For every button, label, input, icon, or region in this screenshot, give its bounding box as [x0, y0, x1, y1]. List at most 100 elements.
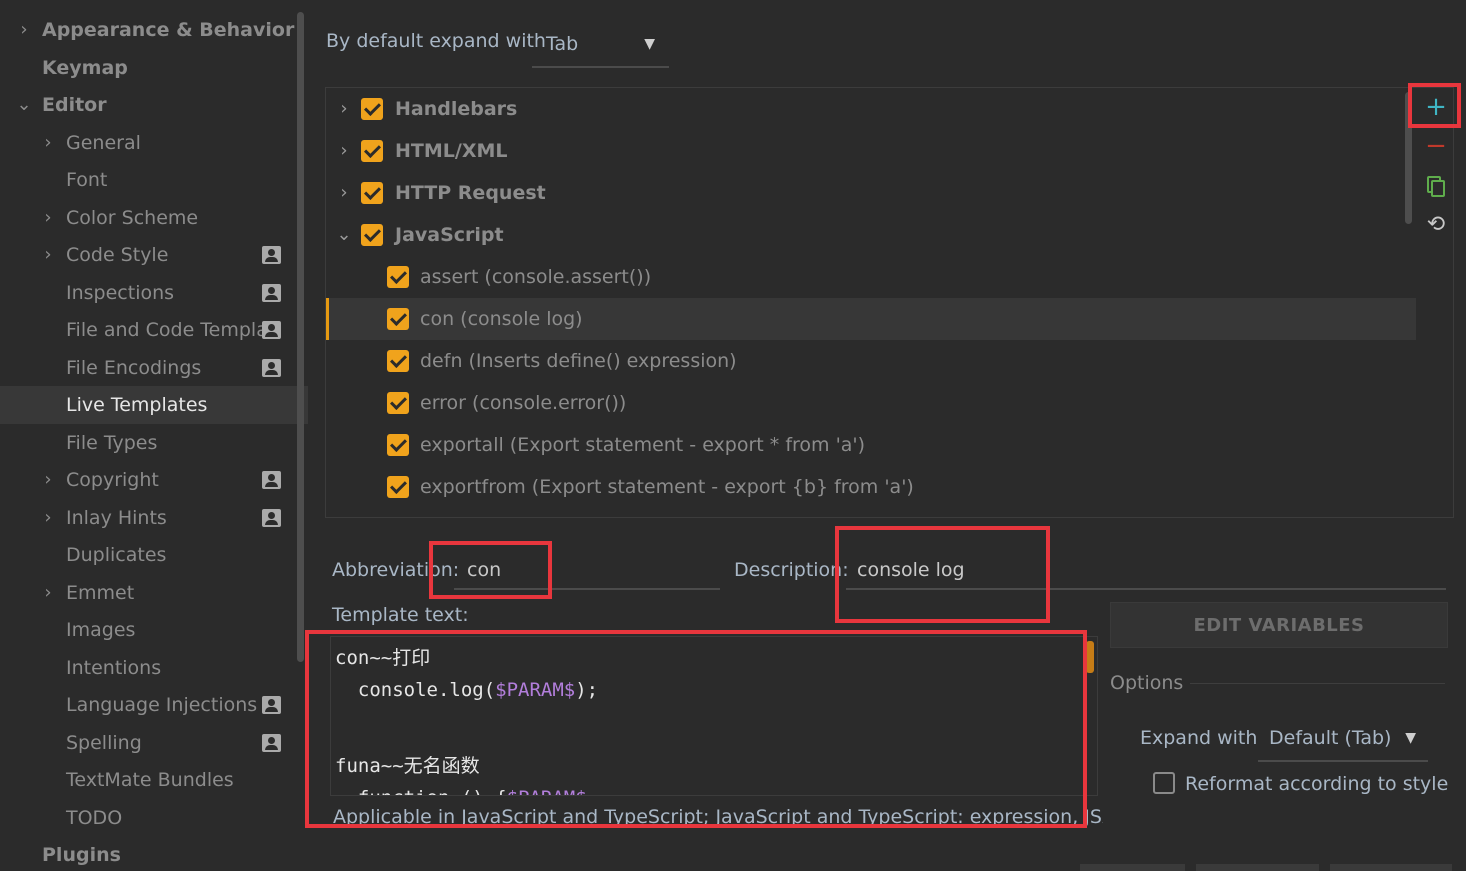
tree-item-con[interactable]: con (console log): [326, 298, 1416, 340]
person-badge-icon: [262, 284, 281, 302]
code-line: console.log($PARAM$);: [335, 679, 598, 701]
sidebar-item-editor[interactable]: ⌄ Editor: [0, 86, 296, 124]
person-badge-icon: [262, 696, 281, 714]
applicable-contexts-link[interactable]: Applicable in JavaScript and TypeScript;…: [333, 806, 1103, 830]
chevron-right-icon: ›: [20, 19, 28, 40]
sidebar-item-label: Live Templates: [66, 394, 208, 416]
tree-group-html-xml[interactable]: › HTML/XML: [326, 130, 1416, 172]
group-checkbox[interactable]: [361, 140, 383, 162]
options-heading: Options: [1110, 672, 1184, 694]
sidebar-item-duplicates[interactable]: Duplicates: [0, 536, 296, 574]
chevron-down-icon[interactable]: ⌄: [334, 214, 354, 256]
tree-item-assert[interactable]: assert (console.assert()): [326, 256, 1416, 298]
sidebar-item-todo[interactable]: TODO: [0, 799, 296, 837]
person-badge-icon: [262, 509, 281, 527]
sidebar-item-plugins[interactable]: Plugins: [0, 836, 296, 871]
sidebar-item-live-templates[interactable]: Live Templates: [0, 386, 308, 424]
tree-row-label: Handlebars: [395, 98, 518, 120]
copy-icon[interactable]: [1418, 168, 1454, 204]
sidebar-item-file-code-templates[interactable]: File and Code Templa: [0, 311, 296, 349]
sidebar-item-inspections[interactable]: Inspections: [0, 274, 296, 312]
sidebar-item-inlay-hints[interactable]: › Inlay Hints: [0, 499, 296, 537]
expand-with-value: Default (Tab): [1269, 727, 1392, 749]
chevron-right-icon[interactable]: ›: [334, 130, 354, 172]
group-checkbox[interactable]: [361, 98, 383, 120]
tree-item-error[interactable]: error (console.error()): [326, 382, 1416, 424]
sidebar-item-textmate-bundles[interactable]: TextMate Bundles: [0, 761, 296, 799]
restore-defaults-icon[interactable]: ⟲: [1418, 207, 1454, 243]
templates-tree: › Handlebars › HTML/XML › HTTP Request ⌄…: [325, 87, 1454, 518]
sidebar-item-font[interactable]: Font: [0, 161, 296, 199]
tree-row-label: error (console.error()): [420, 392, 627, 414]
sidebar-item-keymap[interactable]: Keymap: [0, 49, 296, 87]
sidebar-item-label: Inspections: [66, 282, 175, 304]
tree-group-http-request[interactable]: › HTTP Request: [326, 172, 1416, 214]
code-text: );: [575, 679, 599, 701]
reformat-checkbox[interactable]: [1153, 772, 1175, 794]
tree-item-exportfrom[interactable]: exportfrom (Export statement - export {b…: [326, 466, 1416, 508]
sidebar-item-label: Font: [66, 169, 108, 191]
sidebar-item-label: Spelling: [66, 732, 142, 754]
template-checkbox[interactable]: [387, 308, 409, 330]
sidebar-item-images[interactable]: Images: [0, 611, 296, 649]
tree-item-defn[interactable]: defn (Inserts define() expression): [326, 340, 1416, 382]
bottom-button-stub[interactable]: [1080, 864, 1185, 871]
sidebar-item-label: Copyright: [66, 469, 159, 491]
chevron-right-icon: ›: [44, 207, 52, 228]
template-checkbox[interactable]: [387, 266, 409, 288]
template-checkbox[interactable]: [387, 350, 409, 372]
bottom-button-stub[interactable]: [1330, 864, 1452, 871]
sidebar-item-label: Editor: [42, 94, 107, 116]
template-checkbox[interactable]: [387, 476, 409, 498]
sidebar-item-appearance[interactable]: › Appearance & Behavior: [0, 11, 296, 49]
tree-item-exportall[interactable]: exportall (Export statement - export * f…: [326, 424, 1416, 466]
chevron-right-icon: ›: [44, 582, 52, 603]
options-divider: [1190, 683, 1445, 684]
sidebar-item-language-injections[interactable]: Language Injections: [0, 686, 296, 724]
tree-row-label: HTML/XML: [395, 140, 508, 162]
sidebar-item-copyright[interactable]: › Copyright: [0, 461, 296, 499]
sidebar-item-code-style[interactable]: › Code Style: [0, 236, 296, 274]
chevron-right-icon: ›: [44, 469, 52, 490]
edit-variables-button[interactable]: EDIT VARIABLES: [1110, 602, 1448, 648]
tree-row-label: assert (console.assert()): [420, 266, 652, 288]
tree-scrollbar[interactable]: [1405, 92, 1412, 224]
group-checkbox[interactable]: [361, 182, 383, 204]
description-field[interactable]: console log: [857, 559, 965, 581]
abbreviation-field[interactable]: con: [467, 559, 501, 581]
sidebar-item-spelling[interactable]: Spelling: [0, 724, 296, 762]
remove-icon[interactable]: −: [1418, 128, 1454, 164]
template-checkbox[interactable]: [387, 434, 409, 456]
expand-with-select[interactable]: Default (Tab) ▼: [1258, 720, 1428, 762]
code-line: funa~~无名函数: [335, 751, 480, 778]
sidebar-item-emmet[interactable]: › Emmet: [0, 574, 296, 612]
chevron-right-icon[interactable]: ›: [334, 172, 354, 214]
default-expand-select[interactable]: Tab ▼: [532, 26, 669, 68]
template-checkbox[interactable]: [387, 392, 409, 414]
settings-sidebar: › Appearance & Behavior Keymap ⌄ Editor …: [0, 0, 308, 871]
sidebar-scrollbar[interactable]: [297, 12, 304, 662]
tree-row-label: exportall (Export statement - export * f…: [420, 434, 866, 456]
tree-row-label: defn (Inserts define() expression): [420, 350, 737, 372]
tree-group-handlebars[interactable]: › Handlebars: [326, 88, 1416, 130]
chevron-right-icon: ›: [44, 244, 52, 265]
code-text: con~~打印: [335, 647, 431, 669]
tree-group-javascript[interactable]: ⌄ JavaScript: [326, 214, 1416, 256]
group-checkbox[interactable]: [361, 224, 383, 246]
sidebar-item-label: General: [66, 132, 141, 154]
sidebar-item-file-types[interactable]: File Types: [0, 424, 296, 462]
add-icon[interactable]: +: [1418, 89, 1454, 125]
sidebar-item-color-scheme[interactable]: › Color Scheme: [0, 199, 296, 237]
sidebar-item-intentions[interactable]: Intentions: [0, 649, 296, 687]
chevron-right-icon[interactable]: ›: [334, 88, 354, 130]
sidebar-item-general[interactable]: › General: [0, 124, 296, 162]
bottom-button-stub[interactable]: [1196, 864, 1319, 871]
reformat-label: Reformat according to style: [1185, 773, 1449, 795]
sidebar-item-label: Intentions: [66, 657, 162, 679]
description-underline: [846, 588, 1446, 590]
code-text: funa~~无名函数: [335, 755, 480, 777]
editor-scroll-marker: [1086, 641, 1094, 673]
person-badge-icon: [262, 321, 281, 339]
sidebar-item-file-encodings[interactable]: File Encodings: [0, 349, 296, 387]
template-text-editor[interactable]: con~~打印 console.log($PARAM$); funa~~无名函数…: [330, 636, 1098, 796]
